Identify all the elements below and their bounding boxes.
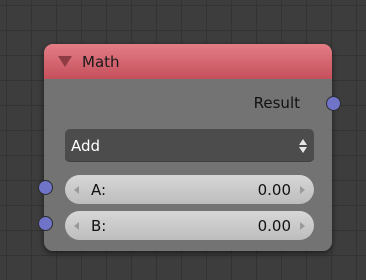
input-field-b[interactable]: B: 0.00: [65, 211, 314, 240]
up-down-arrows-icon: [299, 138, 307, 153]
input-value-b: 0.00: [257, 216, 291, 235]
increment-arrow-icon[interactable]: [300, 221, 305, 230]
input-label-a: A:: [91, 180, 107, 199]
increment-arrow-icon[interactable]: [300, 185, 305, 194]
math-node[interactable]: Math Result Add A: 0.00 B: 0.00: [38, 44, 341, 251]
input-value-a: 0.00: [257, 180, 291, 199]
output-label-result: Result: [253, 94, 300, 112]
node-title: Math: [82, 52, 120, 71]
decrement-arrow-icon[interactable]: [74, 185, 79, 194]
collapse-triangle-icon[interactable]: [58, 56, 72, 67]
input-label-b: B:: [91, 216, 107, 235]
input-socket-a[interactable]: [38, 180, 53, 195]
node-editor-canvas[interactable]: Math Result Add A: 0.00 B: 0.00: [0, 0, 366, 280]
input-socket-b[interactable]: [38, 216, 53, 231]
output-socket-result[interactable]: [326, 96, 341, 111]
operation-value: Add: [71, 136, 101, 155]
input-field-a[interactable]: A: 0.00: [65, 175, 314, 204]
decrement-arrow-icon[interactable]: [74, 221, 79, 230]
node-header[interactable]: Math: [44, 44, 332, 79]
operation-dropdown[interactable]: Add: [65, 129, 314, 162]
